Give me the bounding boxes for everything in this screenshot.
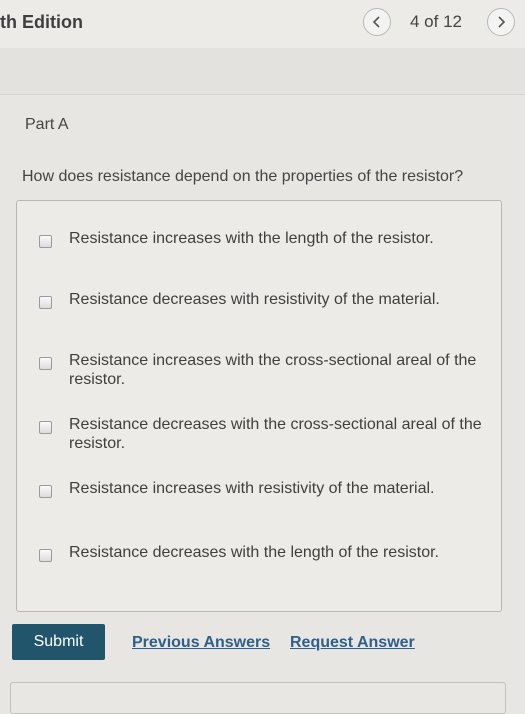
option-label: Resistance increases with resistivity of… [69, 480, 435, 497]
header-bar: th Edition 4 of 12 [0, 0, 525, 49]
header-band [0, 48, 525, 95]
checkbox[interactable] [39, 421, 52, 434]
chevron-right-icon [498, 16, 506, 28]
option-item[interactable]: Resistance decreases with the length of … [17, 543, 501, 599]
previous-item-button[interactable] [363, 8, 391, 36]
options-list: Resistance increases with the length of … [16, 200, 502, 612]
option-item[interactable]: Resistance increases with the cross-sect… [17, 351, 501, 407]
option-label: Resistance decreases with the length of … [69, 544, 439, 561]
checkbox[interactable] [39, 357, 52, 370]
chevron-left-icon [372, 16, 380, 28]
option-label: Resistance decreases with resistivity of… [69, 291, 440, 308]
page-counter: 4 of 12 [410, 12, 462, 31]
checkbox[interactable] [39, 296, 52, 309]
option-item[interactable]: Resistance decreases with the cross-sect… [17, 415, 501, 471]
option-item[interactable]: Resistance increases with the length of … [17, 229, 501, 285]
option-label: Resistance decreases with the cross-sect… [69, 416, 482, 452]
next-item-button[interactable] [487, 8, 515, 36]
option-label: Resistance increases with the cross-sect… [69, 352, 477, 388]
question-text: How does resistance depend on the proper… [22, 168, 464, 185]
part-title: Part A [25, 116, 69, 133]
checkbox[interactable] [39, 485, 52, 498]
option-item[interactable]: Resistance decreases with resistivity of… [17, 290, 501, 346]
request-answer-link[interactable]: Request Answer [290, 634, 415, 652]
checkbox[interactable] [39, 549, 52, 562]
checkbox[interactable] [39, 235, 52, 248]
submit-button[interactable]: Submit [12, 624, 105, 660]
option-label: Resistance increases with the length of … [69, 230, 434, 247]
feedback-box [10, 682, 506, 714]
option-item[interactable]: Resistance increases with resistivity of… [17, 479, 501, 535]
page-title: th Edition [0, 12, 83, 32]
previous-answers-link[interactable]: Previous Answers [132, 634, 270, 652]
